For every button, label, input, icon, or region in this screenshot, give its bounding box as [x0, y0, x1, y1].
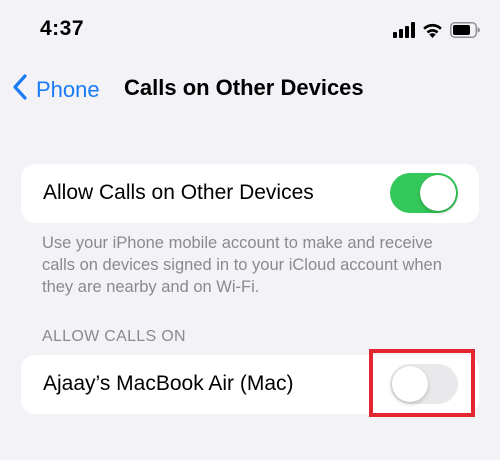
allow-calls-label: Allow Calls on Other Devices: [43, 181, 314, 204]
status-icons: [393, 21, 480, 43]
wifi-icon: [422, 22, 443, 43]
toggle-knob: [420, 175, 456, 211]
battery-icon: [450, 21, 480, 43]
highlight-box: [369, 349, 475, 417]
allow-calls-toggle[interactable]: [390, 173, 458, 213]
section-header: ALLOW CALLS ON: [42, 328, 186, 345]
chevron-left-icon: [12, 74, 28, 105]
signal-icon: [393, 21, 415, 43]
device-label: Ajaay’s MacBook Air (Mac): [43, 372, 294, 395]
allow-calls-row: Allow Calls on Other Devices: [21, 164, 479, 223]
page-title: Calls on Other Devices: [124, 75, 364, 100]
navigation-bar: Phone Calls on Other Devices: [0, 66, 500, 110]
status-time: 4:37: [40, 17, 85, 40]
back-button[interactable]: Phone: [12, 74, 100, 105]
section-footer-text: Use your iPhone mobile account to make a…: [42, 234, 442, 296]
back-label: Phone: [36, 76, 100, 102]
status-bar: 4:37: [0, 0, 500, 60]
